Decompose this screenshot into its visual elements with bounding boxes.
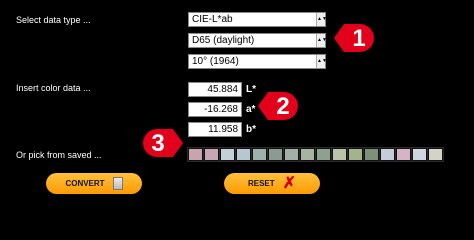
- l-star-unit: L*: [246, 84, 256, 95]
- saved-swatch[interactable]: [412, 148, 427, 161]
- insert-color-data-label: Insert color data ...: [16, 83, 91, 93]
- illuminant-select[interactable]: D65 (daylight) ▲▼: [188, 33, 327, 48]
- b-star-input[interactable]: 11.958: [188, 122, 242, 137]
- saved-swatch[interactable]: [300, 148, 315, 161]
- select-data-type-label: Select data type ...: [16, 15, 91, 25]
- observer-select[interactable]: 10° (1964) ▲▼: [188, 54, 327, 69]
- step-3-badge: 3: [143, 129, 183, 157]
- color-space-select[interactable]: CIE-L*ab ▲▼: [188, 12, 327, 27]
- saved-swatch[interactable]: [380, 148, 395, 161]
- step-1-badge: 1: [334, 24, 374, 52]
- document-icon: [112, 177, 123, 190]
- saved-swatch[interactable]: [252, 148, 267, 161]
- pick-from-saved-label: Or pick from saved ...: [16, 150, 102, 160]
- saved-swatch[interactable]: [220, 148, 235, 161]
- saved-swatch[interactable]: [396, 148, 411, 161]
- color-space-value: CIE-L*ab: [192, 14, 233, 25]
- b-star-unit: b*: [246, 124, 256, 135]
- saved-swatch[interactable]: [204, 148, 219, 161]
- saved-swatches: [187, 147, 444, 162]
- chevron-down-icon: ▲▼: [316, 13, 327, 26]
- step-1-number: 1: [352, 25, 365, 52]
- l-star-input[interactable]: 45.884: [188, 82, 242, 97]
- convert-button[interactable]: CONVERT: [46, 173, 142, 194]
- illuminant-value: D65 (daylight): [192, 35, 255, 46]
- observer-value: 10° (1964): [192, 56, 239, 67]
- saved-swatch[interactable]: [348, 148, 363, 161]
- step-2-number: 2: [276, 93, 289, 120]
- chevron-down-icon: ▲▼: [316, 34, 327, 47]
- saved-swatch[interactable]: [268, 148, 283, 161]
- a-star-unit: a*: [246, 104, 256, 115]
- step-3-number: 3: [151, 130, 164, 157]
- a-star-input[interactable]: -16.268: [188, 102, 242, 117]
- chevron-down-icon: ▲▼: [316, 55, 327, 68]
- close-icon: ✗: [282, 174, 297, 192]
- saved-swatch[interactable]: [188, 148, 203, 161]
- reset-button[interactable]: RESET ✗: [224, 173, 320, 194]
- saved-swatch[interactable]: [364, 148, 379, 161]
- saved-swatch[interactable]: [316, 148, 331, 161]
- convert-button-label: CONVERT: [65, 179, 105, 188]
- step-2-badge: 2: [258, 92, 298, 120]
- saved-swatch[interactable]: [428, 148, 443, 161]
- reset-button-label: RESET: [247, 179, 275, 188]
- saved-swatch[interactable]: [332, 148, 347, 161]
- saved-swatch[interactable]: [236, 148, 251, 161]
- saved-swatch[interactable]: [284, 148, 299, 161]
